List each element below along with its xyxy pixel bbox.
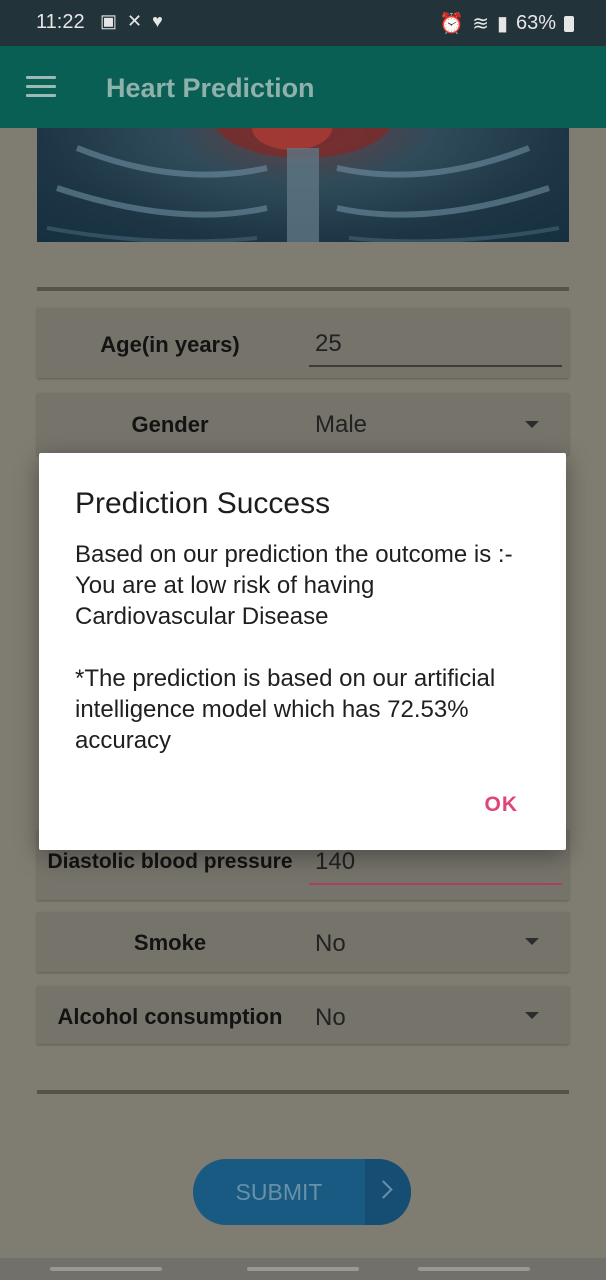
ok-button[interactable]: OK (485, 793, 519, 817)
diastolic-label: Diastolic blood pressure (47, 850, 293, 873)
battery-icon (564, 15, 574, 32)
chevron-down-icon[interactable] (525, 421, 539, 428)
status-left-icons: ▣ ✕ ♥ (100, 11, 163, 32)
submit-label: SUBMIT (235, 1179, 323, 1205)
age-input[interactable]: 25 (315, 330, 342, 358)
chevron-right-icon (374, 1180, 393, 1199)
prediction-dialog: Prediction Success Based on our predicti… (39, 453, 566, 850)
app-bar: Heart Prediction (0, 46, 606, 128)
nav-recents-button[interactable] (50, 1267, 162, 1271)
age-label: Age(in years) (100, 332, 240, 357)
status-time: 11:22 (36, 11, 85, 33)
menu-icon[interactable] (26, 76, 56, 98)
ribcage-graphic (46, 128, 560, 242)
submit-button[interactable]: SUBMIT (193, 1159, 411, 1225)
diastolic-input[interactable]: 140 (315, 848, 355, 876)
gender-label: Gender (131, 412, 209, 437)
health-icon: ♥ (152, 11, 163, 31)
dialog-title: Prediction Success (75, 487, 331, 520)
alarm-icon: ⏰ (439, 13, 465, 35)
smoke-select[interactable]: No (315, 930, 346, 958)
nav-home-button[interactable] (247, 1267, 359, 1271)
chevron-down-icon[interactable] (525, 1012, 539, 1019)
system-nav-bar (0, 1258, 606, 1280)
submit-arrow-zone (365, 1159, 411, 1225)
signal-icon: ▮ (496, 13, 508, 35)
divider-bottom (37, 1090, 569, 1094)
divider-top (37, 287, 569, 291)
age-input-underline (309, 365, 562, 367)
diastolic-input-underline (309, 883, 562, 885)
nav-back-button[interactable] (418, 1267, 530, 1271)
alcohol-row: Alcohol consumption No (37, 986, 569, 1044)
status-right-icons: ⏰ ≋ ▮ 63% (439, 11, 574, 36)
battery-percent: 63% (515, 12, 556, 34)
smoke-row: Smoke No (37, 912, 569, 972)
age-row: Age(in years) 25 (37, 308, 569, 378)
gallery-icon: ▣ (100, 11, 118, 31)
gender-row: Gender Male (37, 393, 569, 455)
heart-illustration (37, 128, 569, 242)
missed-call-icon: ✕ (127, 11, 143, 31)
smoke-label: Smoke (133, 930, 207, 955)
wifi-icon: ≋ (472, 13, 489, 35)
dialog-message: Based on our prediction the outcome is :… (75, 541, 513, 754)
gender-select[interactable]: Male (315, 411, 367, 439)
chevron-down-icon[interactable] (525, 938, 539, 945)
status-bar: 11:22 ▣ ✕ ♥ ⏰ ≋ ▮ 63% (0, 0, 606, 46)
alcohol-label: Alcohol consumption (57, 1004, 283, 1029)
alcohol-select[interactable]: No (315, 1004, 346, 1032)
app-title: Heart Prediction (106, 73, 315, 103)
